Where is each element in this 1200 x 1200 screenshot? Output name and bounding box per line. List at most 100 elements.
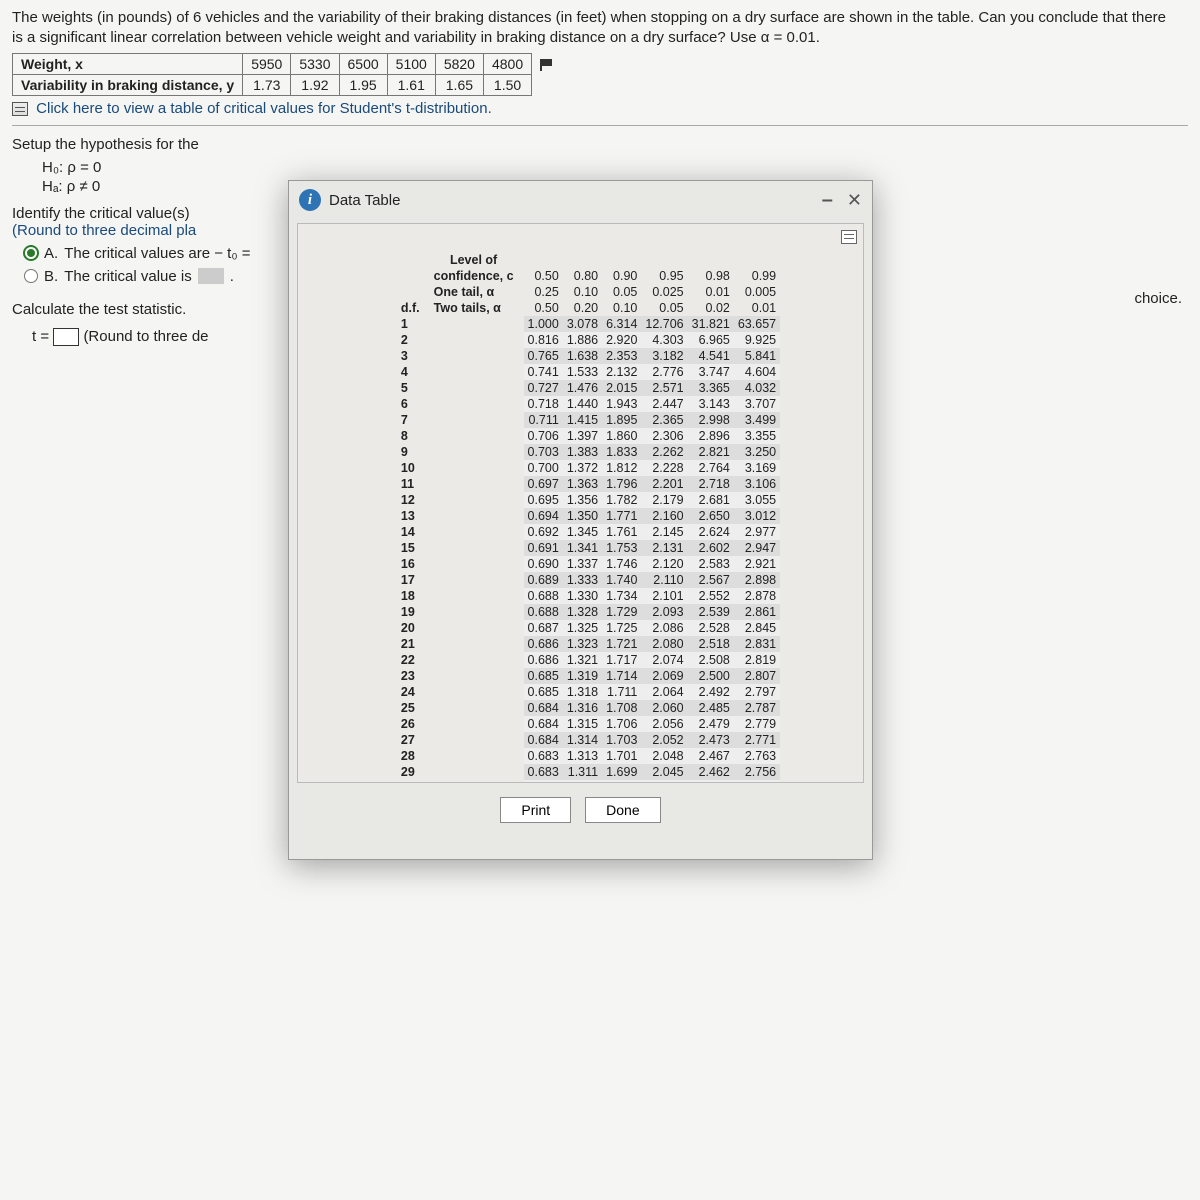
weight-cell: 5100 <box>387 53 435 74</box>
t-value-cell: 0.692 <box>524 524 563 540</box>
popout-icon[interactable] <box>841 230 857 244</box>
t-value-cell: 1.314 <box>563 732 602 748</box>
t-value-cell: 3.012 <box>734 508 780 524</box>
t-table-row: 90.7031.3831.8332.2622.8213.250 <box>381 444 780 460</box>
conf-col: 0.50 <box>524 268 563 284</box>
t-value-cell: 3.365 <box>688 380 734 396</box>
df-cell: 11 <box>381 476 524 492</box>
t-value-cell: 0.695 <box>524 492 563 508</box>
t-table-link[interactable]: Click here to view a table of critical v… <box>12 100 1188 117</box>
t-value-cell: 1.321 <box>563 652 602 668</box>
period: . <box>816 29 820 46</box>
intro-text: The weights (in pounds) of <box>12 9 193 26</box>
t-value-cell: 2.602 <box>688 540 734 556</box>
t-table-row: 190.6881.3281.7292.0932.5392.861 <box>381 604 780 620</box>
t-value-cell: 1.397 <box>563 428 602 444</box>
minimize-button[interactable]: – <box>822 195 833 205</box>
t-value-cell: 0.684 <box>524 716 563 732</box>
close-button[interactable]: ✕ <box>847 190 862 211</box>
t-table-row: 290.6831.3111.6992.0452.4622.756 <box>381 764 780 780</box>
t-value-cell: 1.729 <box>602 604 641 620</box>
t-answer-input[interactable] <box>53 328 79 346</box>
t-value-cell: 3.143 <box>688 396 734 412</box>
flag-icon[interactable] <box>540 59 554 71</box>
t-value-cell: 0.694 <box>524 508 563 524</box>
option-b-letter: B. <box>44 268 58 285</box>
t-value-cell: 1.313 <box>563 748 602 764</box>
t-value-cell: 1.000 <box>524 316 563 332</box>
disabled-input <box>198 268 224 284</box>
df-cell: 20 <box>381 620 524 636</box>
t-value-cell: 2.093 <box>641 604 687 620</box>
t-table-row: 180.6881.3301.7342.1012.5522.878 <box>381 588 780 604</box>
t-value-cell: 3.250 <box>734 444 780 460</box>
df-cell: 21 <box>381 636 524 652</box>
done-button[interactable]: Done <box>585 797 660 823</box>
df-cell: 25 <box>381 700 524 716</box>
t-value-cell: 2.508 <box>688 652 734 668</box>
option-a-letter: A. <box>44 245 58 262</box>
t-value-cell: 2.528 <box>688 620 734 636</box>
df-cell: 16 <box>381 556 524 572</box>
weight-cell: 4800 <box>483 53 531 74</box>
t-value-cell: 2.045 <box>641 764 687 780</box>
t-value-cell: 1.372 <box>563 460 602 476</box>
setup-hypothesis-label: Setup the hypothesis for the <box>12 136 1188 153</box>
t-value-cell: 2.896 <box>688 428 734 444</box>
df-cell: 19 <box>381 604 524 620</box>
t-table-row: 30.7651.6382.3533.1824.5415.841 <box>381 348 780 364</box>
twotail-col: 0.50 <box>524 300 563 316</box>
t-table-row: 260.6841.3151.7062.0562.4792.779 <box>381 716 780 732</box>
t-value-cell: 2.878 <box>734 588 780 604</box>
df-cell: 4 <box>381 364 524 380</box>
t-value-cell: 1.341 <box>563 540 602 556</box>
onetail-col: 0.025 <box>641 284 687 300</box>
t-value-cell: 2.120 <box>641 556 687 572</box>
t-value-cell: 2.898 <box>734 572 780 588</box>
t-value-cell: 2.771 <box>734 732 780 748</box>
t-value-cell: 1.860 <box>602 428 641 444</box>
t-value-cell: 4.032 <box>734 380 780 396</box>
t-value-cell: 1.895 <box>602 412 641 428</box>
t-value-cell: 1.711 <box>602 684 641 700</box>
print-button[interactable]: Print <box>500 797 571 823</box>
t-value-cell: 1.714 <box>602 668 641 684</box>
t-value-cell: 1.383 <box>563 444 602 460</box>
t-value-cell: 2.624 <box>688 524 734 540</box>
t-value-cell: 2.539 <box>688 604 734 620</box>
conf-col: 0.90 <box>602 268 641 284</box>
t-table-row: 100.7001.3721.8122.2282.7643.169 <box>381 460 780 476</box>
t-value-cell: 2.447 <box>641 396 687 412</box>
df-cell: 26 <box>381 716 524 732</box>
conf-col: 0.98 <box>688 268 734 284</box>
t-value-cell: 3.055 <box>734 492 780 508</box>
t-value-cell: 1.960 <box>641 780 687 783</box>
t-value-cell: 1.323 <box>563 636 602 652</box>
t-value-cell: 2.069 <box>641 668 687 684</box>
t-value-cell: 0.697 <box>524 476 563 492</box>
radio-b[interactable] <box>24 269 38 283</box>
t-value-cell: 1.533 <box>563 364 602 380</box>
t-value-cell: 2.500 <box>688 668 734 684</box>
var-cell: 1.73 <box>243 74 291 95</box>
radio-a[interactable] <box>24 246 38 260</box>
t-table-row: ∞0.6741.2821.6451.9602.3262.576 <box>381 780 780 783</box>
t-value-cell: 1.701 <box>602 748 641 764</box>
t-table-row: 160.6901.3371.7462.1202.5832.921 <box>381 556 780 572</box>
t-value-cell: 1.330 <box>563 588 602 604</box>
t-value-cell: 2.947 <box>734 540 780 556</box>
df-cell: 28 <box>381 748 524 764</box>
df-cell: 27 <box>381 732 524 748</box>
t-value-cell: 2.681 <box>688 492 734 508</box>
data-table-dialog: i Data Table – ✕ Level of confidence, c … <box>288 180 873 860</box>
t-value-cell: 1.833 <box>602 444 641 460</box>
t-value-cell: 1.440 <box>563 396 602 412</box>
t-value-cell: 2.807 <box>734 668 780 684</box>
twotail-col: 0.10 <box>602 300 641 316</box>
df-cell: 8 <box>381 428 524 444</box>
t-value-cell: 3.169 <box>734 460 780 476</box>
t-value-cell: 9.925 <box>734 332 780 348</box>
t-value-cell: 0.727 <box>524 380 563 396</box>
weight-cell: 6500 <box>339 53 387 74</box>
t-value-cell: 2.764 <box>688 460 734 476</box>
